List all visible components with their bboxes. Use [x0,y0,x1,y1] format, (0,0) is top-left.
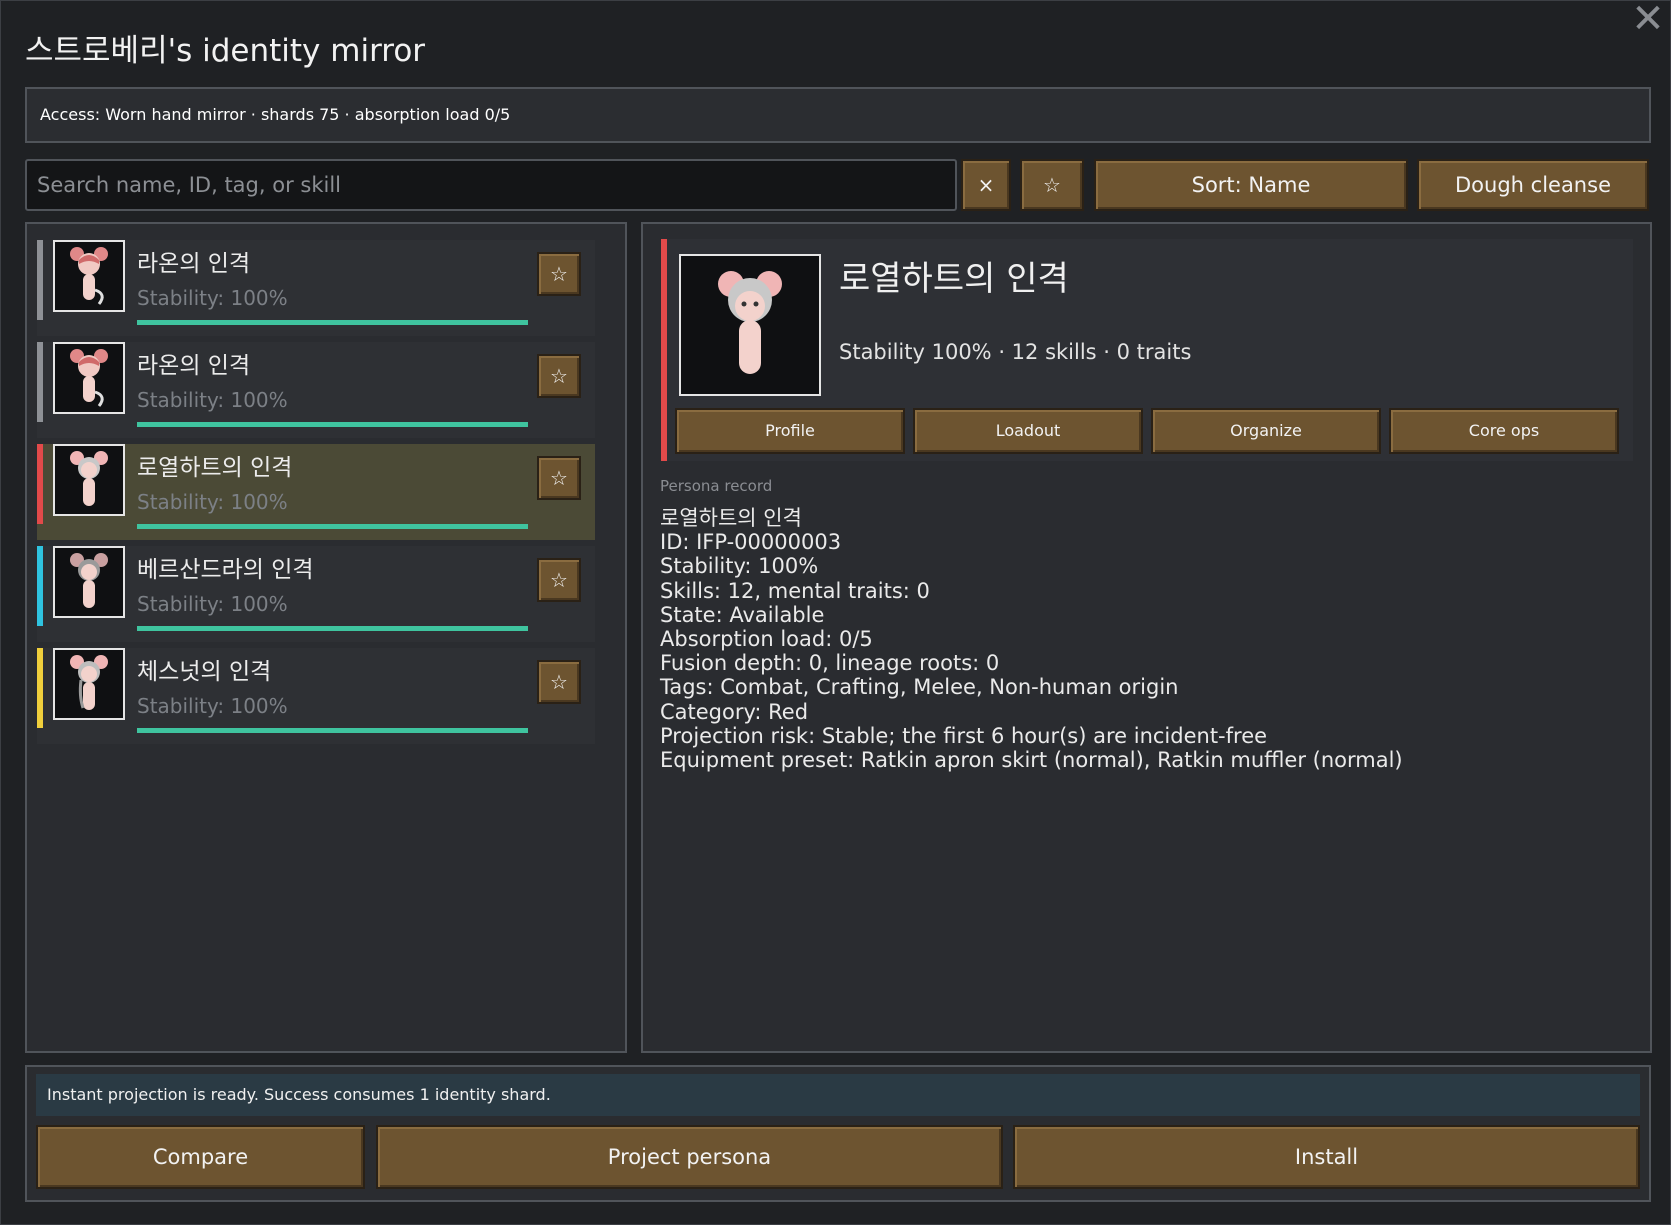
category-stripe [37,240,43,320]
persona-portrait [53,546,125,618]
record-line: Absorption load: 0/5 [660,627,873,652]
detail-summary: Stability 100% · 12 skills · 0 traits [839,340,1192,364]
persona-portrait [53,444,125,516]
detail-persona-name: 로열하트의 인격 [839,259,1069,299]
persona-stability: Stability: 100% [137,694,288,718]
projection-notice: Instant projection is ready. Success con… [36,1074,1640,1116]
favorite-star-button[interactable]: ☆ [537,558,581,602]
record-line: Fusion depth: 0, lineage roots: 0 [660,651,1000,676]
dough-cleanse-button[interactable]: Dough cleanse [1417,159,1649,211]
favorite-star-button[interactable]: ☆ [537,354,581,398]
record-line: State: Available [660,602,825,627]
sort-button[interactable]: Sort: Name [1094,159,1408,211]
persona-row[interactable]: 라온의 인격 Stability: 100% ☆ [37,342,595,438]
stability-bar [137,320,528,325]
record-line: Stability: 100% [660,554,819,579]
record-line: 로열하트의 인격 [660,506,802,530]
persona-portrait [53,648,125,720]
search-input[interactable] [25,159,957,211]
stability-bar [137,524,528,529]
stability-bar [137,626,528,631]
persona-portrait [53,240,125,312]
favorite-star-button[interactable]: ☆ [537,252,581,296]
persona-row[interactable]: 베르산드라의 인격 Stability: 100% ☆ [37,546,595,642]
category-stripe [37,546,43,626]
category-stripe [37,444,43,524]
install-button[interactable]: Install [1013,1125,1640,1189]
close-icon[interactable]: ✕ [1630,0,1666,39]
record-line: Projection risk: Stable; the first 6 hou… [660,723,1268,748]
persona-stability: Stability: 100% [137,286,288,310]
favorites-filter-button[interactable]: ☆ [1020,159,1084,211]
persona-list: 라온의 인격 Stability: 100% ☆ 라온의 인격 Stabilit… [25,222,627,1053]
favorite-star-button[interactable]: ☆ [537,456,581,500]
stability-bar [137,422,528,427]
persona-stability: Stability: 100% [137,592,288,616]
persona-record: 로열하트의 인격 ID: IFP-00000003 Stability: 100… [660,506,1403,772]
stability-bar [137,728,528,733]
persona-name: 베르산드라의 인격 [137,557,314,583]
tab-loadout[interactable]: Loadout [913,408,1143,454]
persona-row[interactable]: 체스넛의 인격 Stability: 100% ☆ [37,648,595,744]
category-stripe [37,342,43,422]
project-persona-button[interactable]: Project persona [376,1125,1003,1189]
access-status: Access: Worn hand mirror · shards 75 · a… [25,87,1651,143]
tab-organize[interactable]: Organize [1151,408,1381,454]
persona-stability: Stability: 100% [137,490,288,514]
category-stripe [37,648,43,728]
persona-name: 라온의 인격 [137,353,251,379]
favorite-star-button[interactable]: ☆ [537,660,581,704]
window-title: 스트로베리's identity mirror [25,33,426,69]
persona-name: 라온의 인격 [137,251,251,277]
compare-button[interactable]: Compare [36,1125,365,1189]
record-line: ID: IFP-00000003 [660,530,842,555]
detail-portrait [679,254,821,396]
persona-stability: Stability: 100% [137,388,288,412]
tab-profile[interactable]: Profile [675,408,905,454]
category-stripe [661,239,667,461]
identity-mirror-window: 스트로베리's identity mirror ✕ Access: Worn h… [0,0,1671,1225]
persona-name: 체스넛의 인격 [137,659,272,685]
record-line: Tags: Combat, Crafting, Melee, Non-human… [660,675,1179,700]
record-line: Skills: 12, mental traits: 0 [660,578,930,603]
clear-search-button[interactable]: × [961,159,1011,211]
tab-core-ops[interactable]: Core ops [1389,408,1619,454]
record-line: Category: Red [660,699,809,724]
record-label: Persona record [660,477,773,495]
persona-row-selected[interactable]: 로열하트의 인격 Stability: 100% ☆ [37,444,595,540]
persona-portrait [53,342,125,414]
persona-row[interactable]: 라온의 인격 Stability: 100% ☆ [37,240,595,336]
record-line: Equipment preset: Ratkin apron skirt (no… [660,748,1403,773]
persona-name: 로열하트의 인격 [137,455,293,481]
